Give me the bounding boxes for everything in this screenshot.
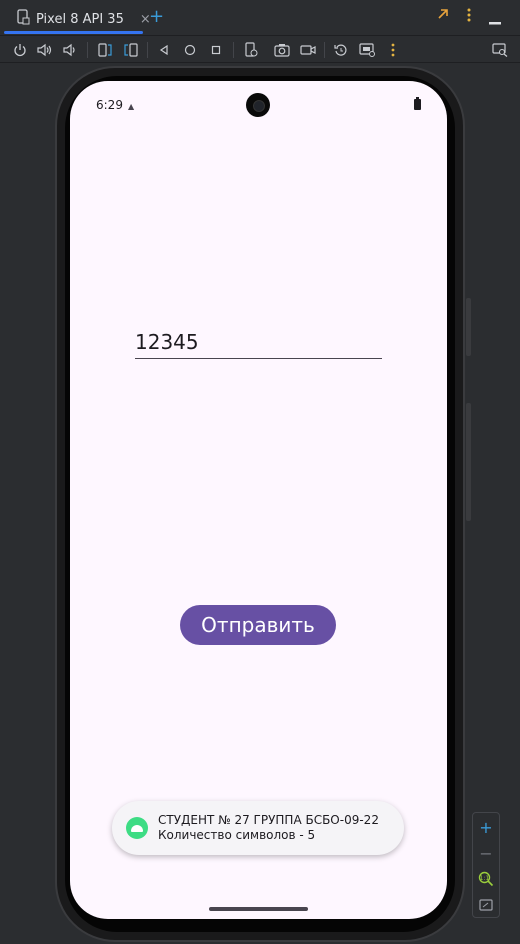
tab-title: Pixel 8 API 35 [36, 11, 124, 27]
back-icon[interactable] [154, 40, 174, 60]
volume-side-button[interactable] [466, 403, 471, 521]
rotate-left-icon[interactable] [95, 40, 115, 60]
zoom-out-button[interactable]: − [473, 841, 499, 865]
toast-text: СТУДЕНТ № 27 ГРУППА БСБО-09-22 Количеств… [158, 813, 379, 843]
toolbar-separator [324, 42, 325, 58]
toolbar-separator [147, 42, 148, 58]
toolbar-separator [233, 42, 234, 58]
add-tab-button[interactable]: + [149, 7, 164, 27]
expand-icon[interactable] [437, 8, 449, 24]
toast-line-2: Количество символов - 5 [158, 828, 316, 842]
text-input[interactable]: 12345 [135, 325, 382, 359]
status-time: 6:29 [96, 98, 123, 112]
power-side-button[interactable] [466, 298, 471, 356]
toolbar-separator [87, 42, 88, 58]
more-options-icon[interactable] [465, 8, 473, 26]
reset-icon[interactable] [331, 40, 351, 60]
home-gesture-bar[interactable] [209, 907, 308, 911]
text-input-value: 12345 [135, 330, 199, 354]
power-icon[interactable] [10, 40, 30, 60]
volume-down-icon[interactable] [60, 40, 80, 60]
front-camera [246, 93, 270, 117]
zoom-actual-icon[interactable]: 1:1 [473, 867, 499, 891]
device-tab-icon [16, 9, 30, 29]
battery-icon [414, 97, 421, 110]
zoom-in-button[interactable]: + [473, 815, 499, 839]
zoom-fit-icon[interactable] [473, 893, 499, 917]
active-tab-indicator [4, 31, 143, 34]
svg-text:1:1: 1:1 [480, 875, 490, 882]
rotate-right-icon[interactable] [121, 40, 141, 60]
toast-line-1: СТУДЕНТ № 27 ГРУППА БСБО-09-22 [158, 813, 379, 827]
toast: СТУДЕНТ № 27 ГРУППА БСБО-09-22 Количеств… [112, 801, 404, 855]
android-icon [126, 817, 148, 839]
emulator-toolbar [0, 35, 520, 63]
minimize-icon[interactable] [489, 14, 501, 30]
notification-icon: ▲ [128, 102, 135, 111]
home-icon[interactable] [180, 40, 200, 60]
record-icon[interactable] [298, 40, 318, 60]
zoom-panel: + − 1:1 [472, 812, 500, 918]
volume-up-icon[interactable] [35, 40, 55, 60]
more-icon[interactable] [383, 40, 403, 60]
snapshot-icon[interactable] [357, 40, 377, 60]
send-button[interactable]: Отправить [180, 605, 336, 645]
layout-inspector-icon[interactable] [490, 40, 510, 60]
fold-icon[interactable] [241, 40, 261, 60]
tab-bar: Pixel 8 API 35 × + [0, 0, 520, 34]
device-tab[interactable]: Pixel 8 API 35 × [8, 6, 159, 32]
overview-icon[interactable] [206, 40, 226, 60]
phone-screen: 6:29 ▲ 12345 Отправить СТУДЕНТ № 27 ГРУП… [70, 81, 447, 919]
screenshot-icon[interactable] [272, 40, 292, 60]
